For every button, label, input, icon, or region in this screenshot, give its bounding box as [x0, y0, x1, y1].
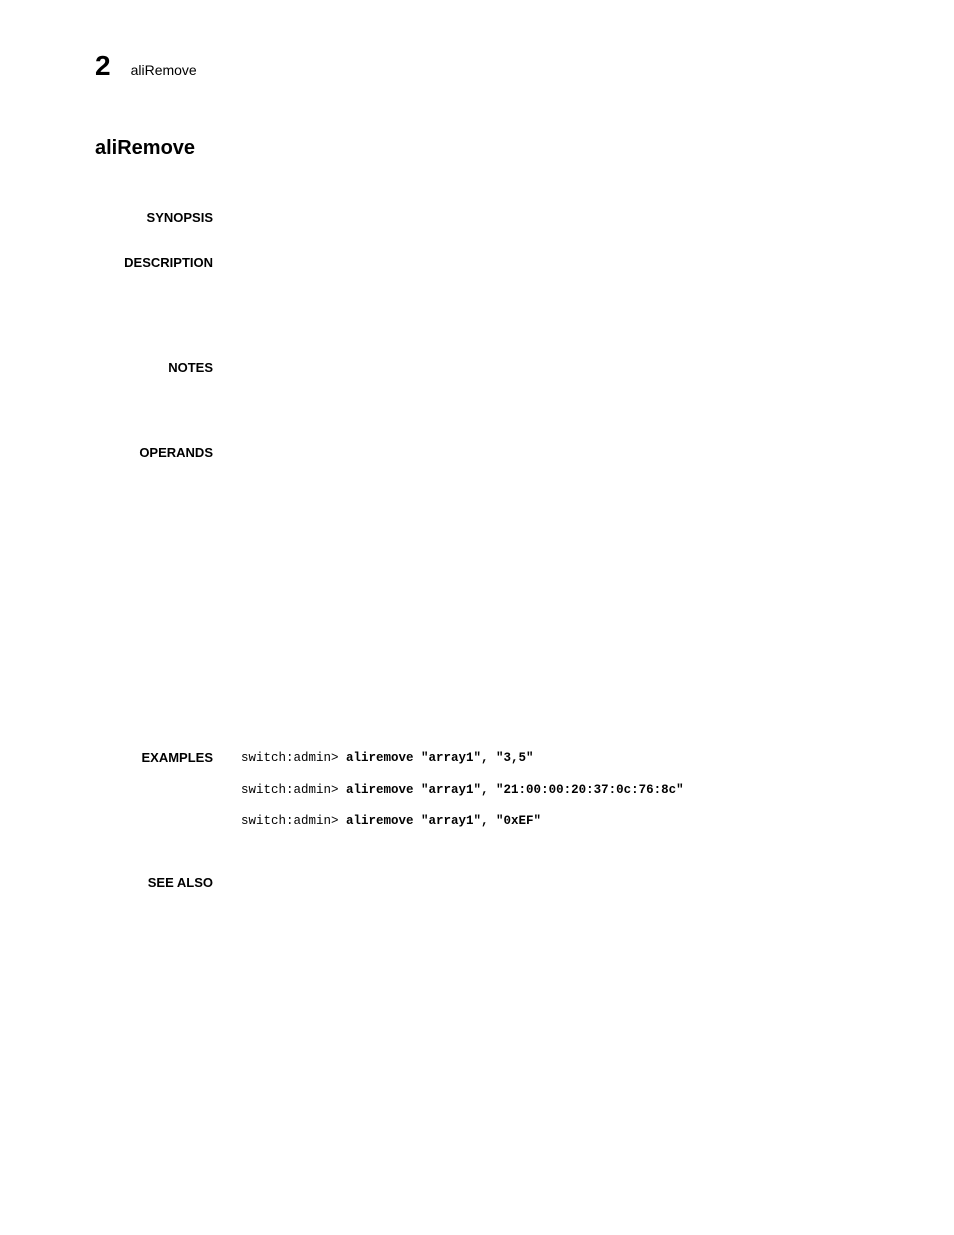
chapter-text: aliRemove: [131, 62, 197, 78]
shell-prompt: switch:admin>: [241, 783, 346, 797]
synopsis-section: SYNOPSIS: [95, 210, 874, 225]
examples-label: EXAMPLES: [95, 750, 241, 765]
synopsis-label: SYNOPSIS: [95, 210, 241, 225]
description-label: DESCRIPTION: [95, 255, 241, 270]
shell-command: aliremove "array1", "21:00:00:20:37:0c:7…: [346, 783, 684, 797]
shell-command: aliremove "array1", "3,5": [346, 751, 534, 765]
example-line: switch:admin> aliremove "array1", "0xEF": [241, 813, 874, 831]
page-header: 2 aliRemove: [95, 50, 874, 82]
shell-prompt: switch:admin>: [241, 751, 346, 765]
description-section: DESCRIPTION: [95, 255, 874, 270]
shell-prompt: switch:admin>: [241, 814, 346, 828]
examples-body: switch:admin> aliremove "array1", "3,5" …: [241, 750, 874, 845]
seealso-section: SEE ALSO: [95, 875, 874, 890]
man-page: 2 aliRemove aliRemove SYNOPSIS DESCRIPTI…: [0, 0, 954, 968]
operands-section: OPERANDS: [95, 445, 874, 460]
operands-label: OPERANDS: [95, 445, 241, 460]
page-title: aliRemove: [95, 137, 874, 160]
notes-section: NOTES: [95, 360, 874, 375]
notes-label: NOTES: [95, 360, 241, 375]
shell-command: aliremove "array1", "0xEF": [346, 814, 541, 828]
seealso-label: SEE ALSO: [95, 875, 241, 890]
example-line: switch:admin> aliremove "array1", "3,5": [241, 750, 874, 768]
chapter-number: 2: [95, 50, 111, 82]
example-line: switch:admin> aliremove "array1", "21:00…: [241, 782, 874, 800]
examples-section: EXAMPLES switch:admin> aliremove "array1…: [95, 750, 874, 845]
